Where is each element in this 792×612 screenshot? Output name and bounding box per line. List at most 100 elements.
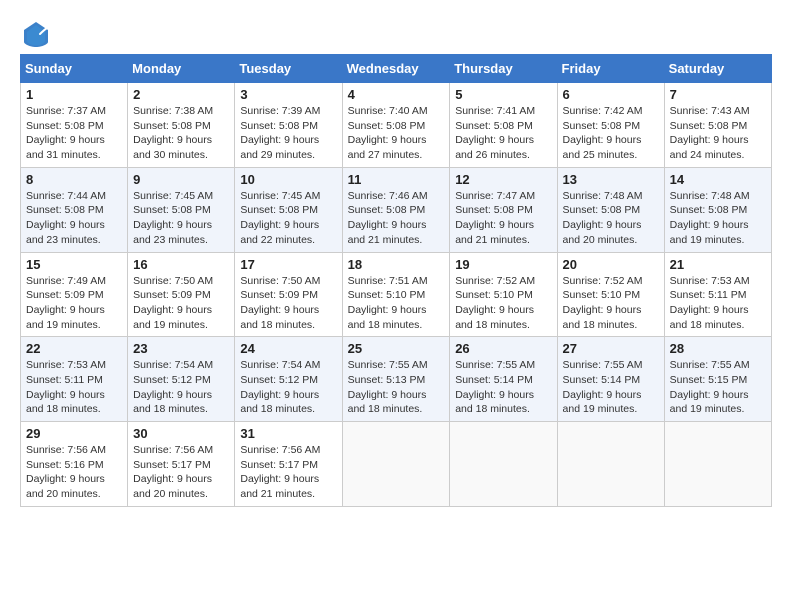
page-header — [20, 20, 772, 44]
calendar-day-cell: 30 Sunrise: 7:56 AMSunset: 5:17 PMDaylig… — [128, 422, 235, 507]
calendar-day-cell: 29 Sunrise: 7:56 AMSunset: 5:16 PMDaylig… — [21, 422, 128, 507]
calendar-day-cell: 2 Sunrise: 7:38 AMSunset: 5:08 PMDayligh… — [128, 83, 235, 168]
day-number: 20 — [563, 257, 659, 272]
day-number: 28 — [670, 341, 766, 356]
weekday-header-cell: Monday — [128, 55, 235, 83]
day-info: Sunrise: 7:48 AMSunset: 5:08 PMDaylight:… — [670, 190, 750, 246]
day-number: 25 — [348, 341, 445, 356]
calendar-day-cell: 22 Sunrise: 7:53 AMSunset: 5:11 PMDaylig… — [21, 337, 128, 422]
calendar-day-cell: 1 Sunrise: 7:37 AMSunset: 5:08 PMDayligh… — [21, 83, 128, 168]
day-number: 18 — [348, 257, 445, 272]
day-number: 13 — [563, 172, 659, 187]
day-number: 1 — [26, 87, 122, 102]
weekday-header-cell: Saturday — [664, 55, 771, 83]
day-number: 4 — [348, 87, 445, 102]
day-info: Sunrise: 7:48 AMSunset: 5:08 PMDaylight:… — [563, 190, 643, 246]
calendar-day-cell: 19 Sunrise: 7:52 AMSunset: 5:10 PMDaylig… — [450, 252, 557, 337]
calendar-day-cell: 13 Sunrise: 7:48 AMSunset: 5:08 PMDaylig… — [557, 167, 664, 252]
day-number: 26 — [455, 341, 551, 356]
weekday-header-cell: Sunday — [21, 55, 128, 83]
calendar-body: 1 Sunrise: 7:37 AMSunset: 5:08 PMDayligh… — [21, 83, 772, 507]
calendar-week-row: 29 Sunrise: 7:56 AMSunset: 5:16 PMDaylig… — [21, 422, 772, 507]
day-number: 24 — [240, 341, 336, 356]
day-info: Sunrise: 7:54 AMSunset: 5:12 PMDaylight:… — [240, 359, 320, 415]
day-info: Sunrise: 7:44 AMSunset: 5:08 PMDaylight:… — [26, 190, 106, 246]
day-info: Sunrise: 7:51 AMSunset: 5:10 PMDaylight:… — [348, 275, 428, 331]
day-info: Sunrise: 7:45 AMSunset: 5:08 PMDaylight:… — [240, 190, 320, 246]
day-number: 7 — [670, 87, 766, 102]
day-info: Sunrise: 7:50 AMSunset: 5:09 PMDaylight:… — [133, 275, 213, 331]
weekday-header-cell: Wednesday — [342, 55, 450, 83]
weekday-header-cell: Tuesday — [235, 55, 342, 83]
calendar-day-cell: 27 Sunrise: 7:55 AMSunset: 5:14 PMDaylig… — [557, 337, 664, 422]
day-number: 22 — [26, 341, 122, 356]
calendar-week-row: 15 Sunrise: 7:49 AMSunset: 5:09 PMDaylig… — [21, 252, 772, 337]
calendar-day-cell: 4 Sunrise: 7:40 AMSunset: 5:08 PMDayligh… — [342, 83, 450, 168]
day-info: Sunrise: 7:56 AMSunset: 5:17 PMDaylight:… — [240, 444, 320, 500]
calendar-day-cell: 9 Sunrise: 7:45 AMSunset: 5:08 PMDayligh… — [128, 167, 235, 252]
day-info: Sunrise: 7:52 AMSunset: 5:10 PMDaylight:… — [455, 275, 535, 331]
calendar-day-cell: 21 Sunrise: 7:53 AMSunset: 5:11 PMDaylig… — [664, 252, 771, 337]
day-number: 2 — [133, 87, 229, 102]
day-number: 17 — [240, 257, 336, 272]
day-info: Sunrise: 7:56 AMSunset: 5:17 PMDaylight:… — [133, 444, 213, 500]
calendar-day-cell: 20 Sunrise: 7:52 AMSunset: 5:10 PMDaylig… — [557, 252, 664, 337]
day-number: 5 — [455, 87, 551, 102]
calendar-day-cell: 24 Sunrise: 7:54 AMSunset: 5:12 PMDaylig… — [235, 337, 342, 422]
day-info: Sunrise: 7:41 AMSunset: 5:08 PMDaylight:… — [455, 105, 535, 161]
day-info: Sunrise: 7:37 AMSunset: 5:08 PMDaylight:… — [26, 105, 106, 161]
calendar-day-cell: 8 Sunrise: 7:44 AMSunset: 5:08 PMDayligh… — [21, 167, 128, 252]
calendar-day-cell — [450, 422, 557, 507]
calendar-day-cell: 3 Sunrise: 7:39 AMSunset: 5:08 PMDayligh… — [235, 83, 342, 168]
day-info: Sunrise: 7:45 AMSunset: 5:08 PMDaylight:… — [133, 190, 213, 246]
day-info: Sunrise: 7:56 AMSunset: 5:16 PMDaylight:… — [26, 444, 106, 500]
day-number: 10 — [240, 172, 336, 187]
day-info: Sunrise: 7:43 AMSunset: 5:08 PMDaylight:… — [670, 105, 750, 161]
calendar-day-cell — [342, 422, 450, 507]
day-number: 6 — [563, 87, 659, 102]
calendar-table: SundayMondayTuesdayWednesdayThursdayFrid… — [20, 54, 772, 507]
day-number: 16 — [133, 257, 229, 272]
day-number: 9 — [133, 172, 229, 187]
day-number: 11 — [348, 172, 445, 187]
logo — [20, 20, 50, 44]
day-number: 30 — [133, 426, 229, 441]
day-number: 14 — [670, 172, 766, 187]
day-number: 3 — [240, 87, 336, 102]
day-info: Sunrise: 7:40 AMSunset: 5:08 PMDaylight:… — [348, 105, 428, 161]
calendar-day-cell: 31 Sunrise: 7:56 AMSunset: 5:17 PMDaylig… — [235, 422, 342, 507]
calendar-day-cell: 25 Sunrise: 7:55 AMSunset: 5:13 PMDaylig… — [342, 337, 450, 422]
calendar-day-cell: 11 Sunrise: 7:46 AMSunset: 5:08 PMDaylig… — [342, 167, 450, 252]
calendar-day-cell: 7 Sunrise: 7:43 AMSunset: 5:08 PMDayligh… — [664, 83, 771, 168]
day-info: Sunrise: 7:53 AMSunset: 5:11 PMDaylight:… — [26, 359, 106, 415]
calendar-day-cell: 23 Sunrise: 7:54 AMSunset: 5:12 PMDaylig… — [128, 337, 235, 422]
weekday-header-cell: Friday — [557, 55, 664, 83]
day-info: Sunrise: 7:55 AMSunset: 5:14 PMDaylight:… — [455, 359, 535, 415]
day-info: Sunrise: 7:49 AMSunset: 5:09 PMDaylight:… — [26, 275, 106, 331]
day-number: 31 — [240, 426, 336, 441]
day-info: Sunrise: 7:55 AMSunset: 5:15 PMDaylight:… — [670, 359, 750, 415]
calendar-day-cell: 6 Sunrise: 7:42 AMSunset: 5:08 PMDayligh… — [557, 83, 664, 168]
weekday-header-cell: Thursday — [450, 55, 557, 83]
day-number: 21 — [670, 257, 766, 272]
day-number: 27 — [563, 341, 659, 356]
day-info: Sunrise: 7:47 AMSunset: 5:08 PMDaylight:… — [455, 190, 535, 246]
calendar-day-cell: 28 Sunrise: 7:55 AMSunset: 5:15 PMDaylig… — [664, 337, 771, 422]
calendar-week-row: 1 Sunrise: 7:37 AMSunset: 5:08 PMDayligh… — [21, 83, 772, 168]
calendar-day-cell: 17 Sunrise: 7:50 AMSunset: 5:09 PMDaylig… — [235, 252, 342, 337]
calendar-week-row: 22 Sunrise: 7:53 AMSunset: 5:11 PMDaylig… — [21, 337, 772, 422]
day-number: 19 — [455, 257, 551, 272]
day-number: 12 — [455, 172, 551, 187]
calendar-day-cell: 18 Sunrise: 7:51 AMSunset: 5:10 PMDaylig… — [342, 252, 450, 337]
calendar-day-cell: 26 Sunrise: 7:55 AMSunset: 5:14 PMDaylig… — [450, 337, 557, 422]
day-info: Sunrise: 7:55 AMSunset: 5:14 PMDaylight:… — [563, 359, 643, 415]
day-number: 8 — [26, 172, 122, 187]
calendar-day-cell: 5 Sunrise: 7:41 AMSunset: 5:08 PMDayligh… — [450, 83, 557, 168]
calendar-day-cell: 10 Sunrise: 7:45 AMSunset: 5:08 PMDaylig… — [235, 167, 342, 252]
day-info: Sunrise: 7:39 AMSunset: 5:08 PMDaylight:… — [240, 105, 320, 161]
calendar-day-cell: 12 Sunrise: 7:47 AMSunset: 5:08 PMDaylig… — [450, 167, 557, 252]
day-info: Sunrise: 7:53 AMSunset: 5:11 PMDaylight:… — [670, 275, 750, 331]
day-info: Sunrise: 7:42 AMSunset: 5:08 PMDaylight:… — [563, 105, 643, 161]
day-info: Sunrise: 7:55 AMSunset: 5:13 PMDaylight:… — [348, 359, 428, 415]
calendar-day-cell — [664, 422, 771, 507]
